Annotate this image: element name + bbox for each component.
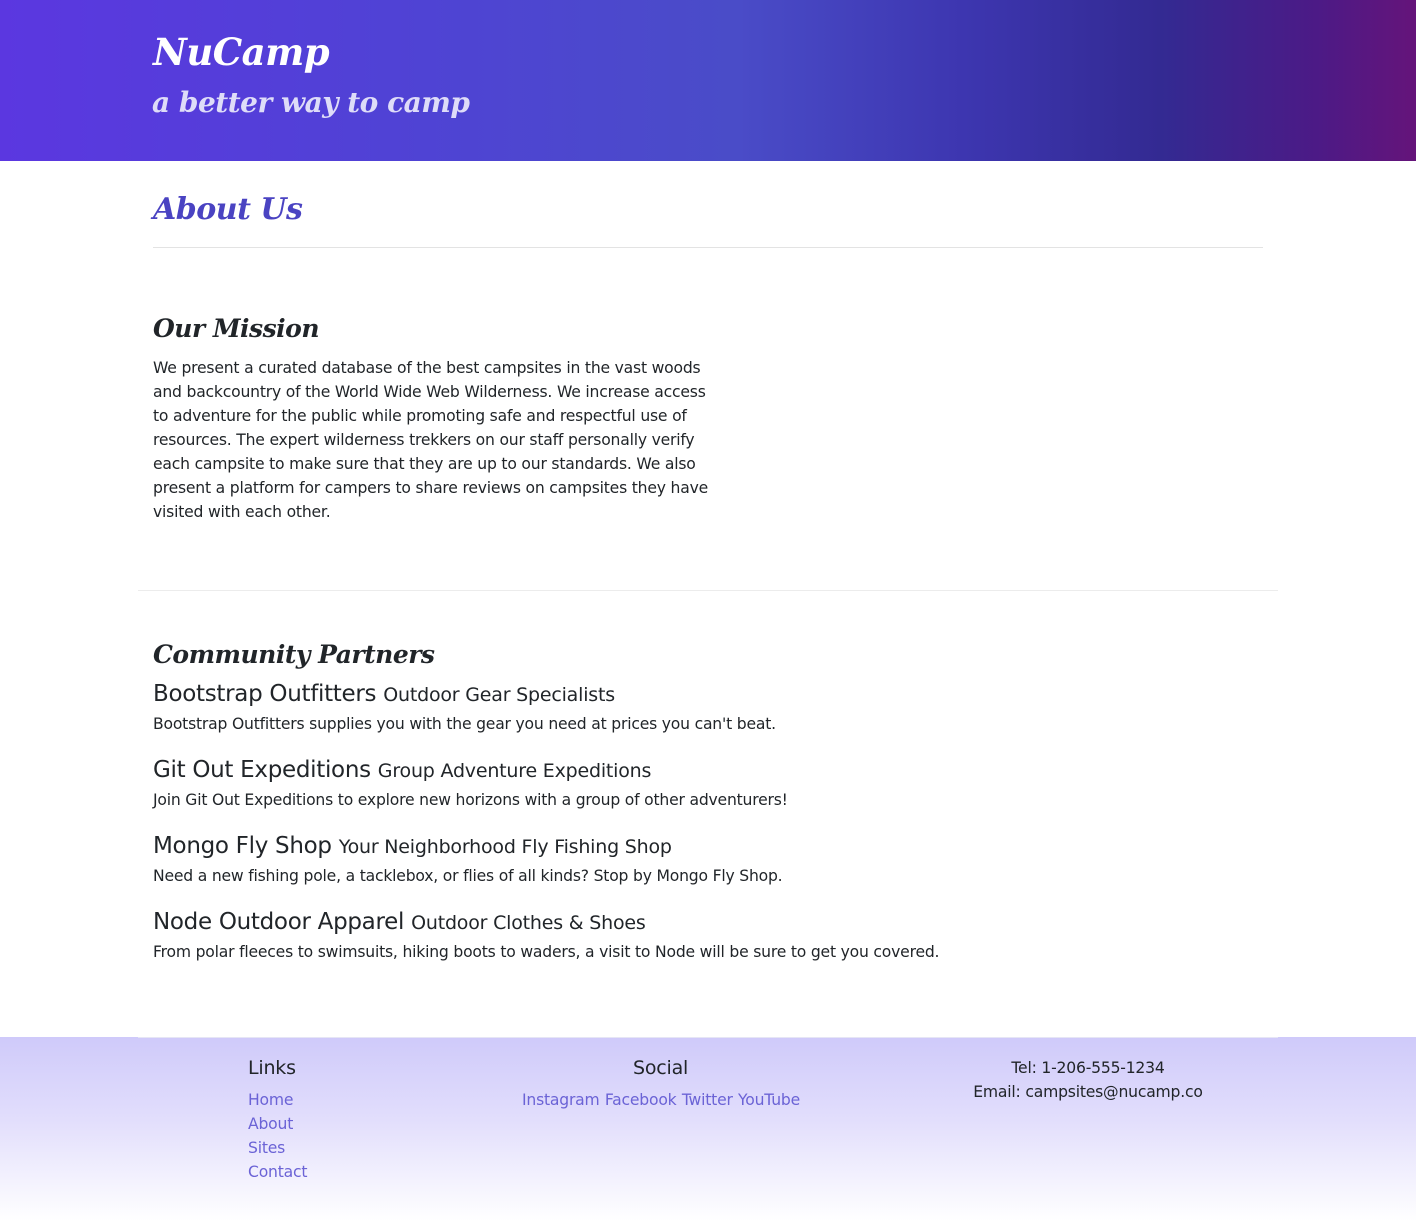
footer-link-sites[interactable]: Sites — [248, 1139, 285, 1157]
site-header: NuCamp a better way to camp — [0, 0, 1416, 161]
section-divider — [138, 590, 1278, 591]
partner-description: Bootstrap Outfitters supplies you with t… — [153, 715, 776, 733]
partner-item: Mongo Fly Shop Your Neighborhood Fly Fis… — [153, 833, 1153, 885]
page-title: About Us — [153, 192, 303, 227]
social-link-facebook[interactable]: Facebook — [605, 1091, 677, 1109]
partner-description: Need a new fishing pole, a tacklebox, or… — [153, 867, 783, 885]
partner-title: Mongo Fly Shop Your Neighborhood Fly Fis… — [153, 833, 1153, 859]
partner-item: Git Out Expeditions Group Adventure Expe… — [153, 757, 1153, 809]
partner-subtitle: Group Adventure Expeditions — [377, 760, 652, 782]
partner-description: Join Git Out Expeditions to explore new … — [153, 791, 788, 809]
contact-phone: Tel: 1-206-555-1234 — [1011, 1059, 1165, 1077]
partner-title: Node Outdoor Apparel Outdoor Clothes & S… — [153, 909, 1153, 935]
social-link-instagram[interactable]: Instagram — [522, 1091, 600, 1109]
footer-link-about[interactable]: About — [248, 1115, 293, 1133]
partner-item: Bootstrap Outfitters Outdoor Gear Specia… — [153, 681, 1153, 733]
partner-item: Node Outdoor Apparel Outdoor Clothes & S… — [153, 909, 1153, 961]
mission-text: We present a curated database of the bes… — [153, 359, 708, 521]
partner-name: Git Out Expeditions — [153, 757, 371, 783]
social-link-youtube[interactable]: YouTube — [738, 1091, 800, 1109]
footer-divider — [138, 1037, 1278, 1038]
brand-tagline: a better way to camp — [152, 86, 470, 119]
title-divider — [153, 247, 1263, 248]
contact-email: Email: campsites@nucamp.co — [973, 1083, 1203, 1101]
partners-heading: Community Partners — [153, 640, 435, 669]
mission-heading: Our Mission — [153, 314, 320, 343]
partner-subtitle: Outdoor Gear Specialists — [383, 684, 615, 706]
footer-link-home[interactable]: Home — [248, 1091, 293, 1109]
social-link-twitter[interactable]: Twitter — [682, 1091, 733, 1109]
footer-links-heading: Links — [248, 1057, 296, 1079]
partner-name: Mongo Fly Shop — [153, 833, 332, 859]
partner-description: From polar fleeces to swimsuits, hiking … — [153, 943, 940, 961]
footer-social-heading: Social — [633, 1057, 689, 1079]
social-links: Instagram Facebook Twitter YouTube — [522, 1091, 800, 1109]
partner-subtitle: Your Neighborhood Fly Fishing Shop — [338, 836, 672, 858]
partner-title: Bootstrap Outfitters Outdoor Gear Specia… — [153, 681, 1153, 707]
partner-subtitle: Outdoor Clothes & Shoes — [411, 912, 646, 934]
brand-name[interactable]: NuCamp — [153, 30, 330, 74]
site-footer: Links Home About Sites Contact Social In… — [0, 1037, 1416, 1221]
partner-title: Git Out Expeditions Group Adventure Expe… — [153, 757, 1153, 783]
footer-link-contact[interactable]: Contact — [248, 1163, 307, 1181]
partner-name: Node Outdoor Apparel — [153, 909, 405, 935]
partner-name: Bootstrap Outfitters — [153, 681, 377, 707]
